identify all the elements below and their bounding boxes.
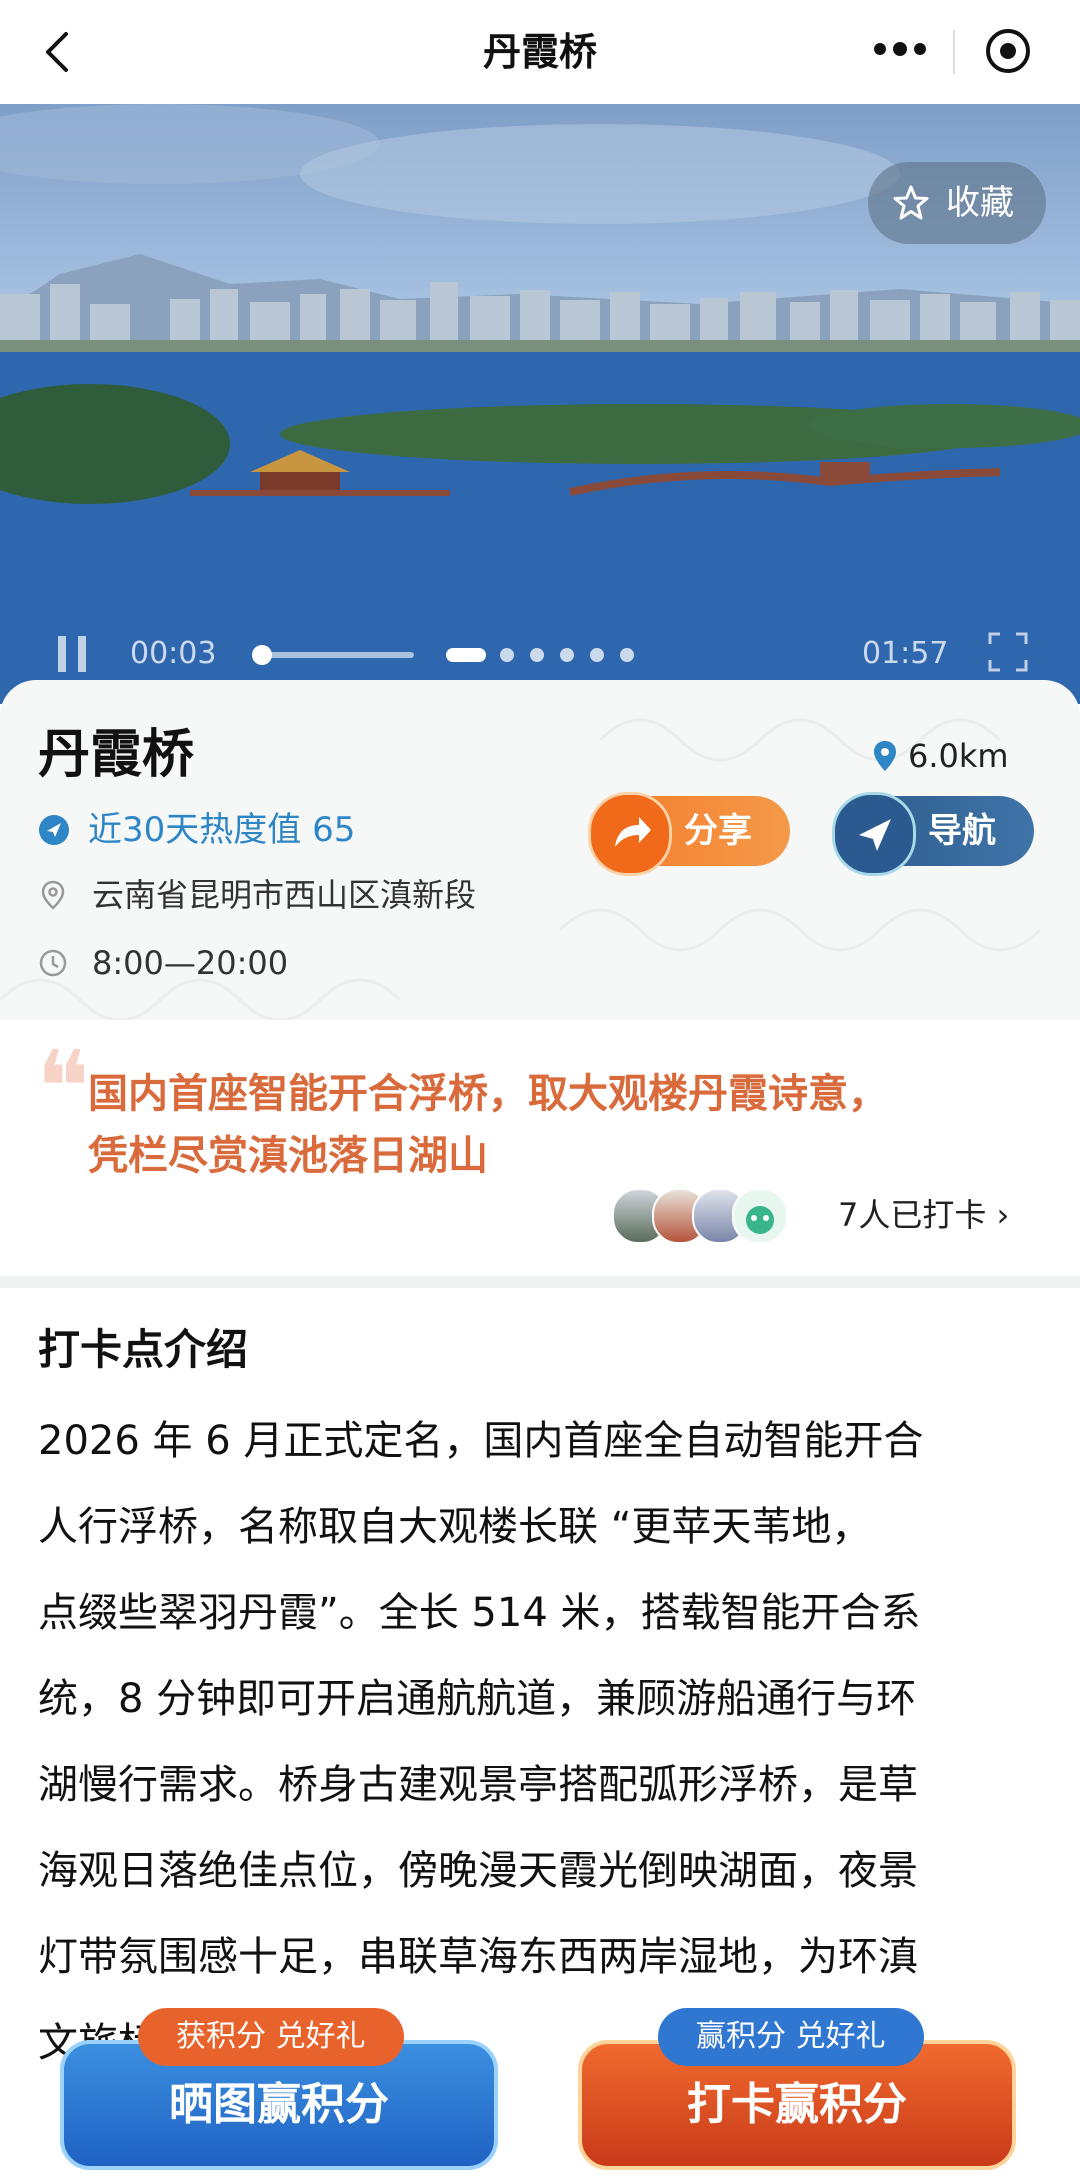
divider	[953, 30, 955, 74]
quote-section: ❝ 国内首座智能开合浮桥，取大观楼丹霞诗意， 凭栏尽赏滇池落日湖山 7人已打卡 …	[0, 1020, 1080, 1280]
points-badge-right: 赢积分 兑好礼	[658, 2008, 924, 2066]
distance: 6.0km	[874, 734, 1009, 778]
location-pin-icon	[874, 741, 896, 771]
cartoon-avatar-icon	[746, 1206, 774, 1234]
heat-icon	[39, 815, 69, 845]
section-divider	[0, 1276, 1080, 1288]
intro-text: 2026 年 6 月正式定名，国内首座全自动智能开合 人行浮桥，名称取自大观楼长…	[38, 1398, 1048, 2086]
checkin-count-link[interactable]: 7人已打卡 ›	[838, 1192, 1009, 1238]
carousel-dot[interactable]	[620, 648, 634, 662]
fullscreen-icon[interactable]	[986, 630, 1030, 674]
navigate-icon-bg	[832, 792, 916, 876]
intro-line: 灯带氛围感十足，串联草海东西两岸湿地，为环滇	[38, 1934, 918, 1980]
video-total-time: 01:57	[862, 636, 949, 671]
spot-name: 丹霞桥	[38, 725, 195, 785]
address-text: 云南省昆明市西山区滇新段	[92, 876, 477, 914]
share-icon-bg	[588, 792, 672, 876]
more-icon[interactable]	[872, 38, 928, 60]
share-button[interactable]: 分享	[588, 792, 790, 876]
intro-line: 湖慢行需求。桥身古建观景亭搭配弧形浮桥，是草	[38, 1762, 918, 1808]
share-label: 分享	[684, 811, 752, 851]
carousel-dot[interactable]	[530, 648, 544, 662]
intro-line: 海观日落绝佳点位，傍晚漫天霞光倒映湖面，夜景	[38, 1848, 918, 1894]
close-miniprogram-icon[interactable]	[983, 26, 1033, 76]
video-progress-knob[interactable]	[252, 645, 272, 665]
share-icon	[615, 817, 651, 847]
intro-line: 点缀些翠羽丹霞”。全长 514 米，搭载智能开合系	[38, 1590, 921, 1636]
quote-line-2: 凭栏尽赏滇池落日湖山	[88, 1133, 488, 1179]
carousel-dot[interactable]	[500, 648, 514, 662]
carousel-dot[interactable]	[560, 648, 574, 662]
navigate-button[interactable]: 导航	[832, 792, 1034, 876]
quote-line-1: 国内首座智能开合浮桥，取大观楼丹霞诗意，	[88, 1071, 888, 1117]
star-icon	[893, 185, 929, 220]
pause-icon[interactable]	[56, 634, 88, 674]
location-outline-icon	[41, 880, 65, 910]
favorite-label: 收藏	[946, 183, 1014, 223]
hero-video[interactable]: 收藏 00:03 01:57	[0, 104, 1080, 704]
video-controls: 00:03 01:57	[0, 628, 1080, 688]
intro-title: 打卡点介绍	[38, 1325, 249, 1374]
hours-text: 8:00—20:00	[92, 944, 289, 982]
top-nav-bar: 丹霞桥	[0, 0, 1080, 104]
intro-line: 统，8 分钟即可开启通航航道，兼顾游船通行与环	[38, 1676, 917, 1722]
carousel-dot[interactable]	[590, 648, 604, 662]
points-badge-left: 获积分 兑好礼	[138, 2008, 404, 2066]
heat-value: 近30天热度值 65	[88, 810, 356, 850]
navigate-arrow-icon	[859, 819, 891, 851]
carousel-dot-active[interactable]	[446, 648, 486, 662]
checkin-points-label: 打卡赢积分	[687, 2079, 907, 2130]
distance-value: 6.0km	[908, 737, 1009, 775]
clock-icon	[39, 949, 67, 977]
intro-line: 人行浮桥，名称取自大观楼长联 “更苹天苇地，	[38, 1504, 872, 1550]
navigate-label: 导航	[928, 811, 996, 851]
share-photo-points-label: 晒图赢积分	[169, 2079, 389, 2130]
video-current-time: 00:03	[130, 636, 217, 671]
spot-info-card: 丹霞桥 6.0km 近30天热度值 65 分享 导航 云南省昆明市西山区滇新段 …	[0, 680, 1080, 1020]
video-progress-track[interactable]	[258, 652, 414, 658]
quote-mark-icon: ❝	[36, 1029, 90, 1146]
avatar	[732, 1188, 788, 1244]
favorite-button[interactable]: 收藏	[868, 162, 1046, 244]
intro-line: 2026 年 6 月正式定名，国内首座全自动智能开合	[38, 1418, 924, 1464]
